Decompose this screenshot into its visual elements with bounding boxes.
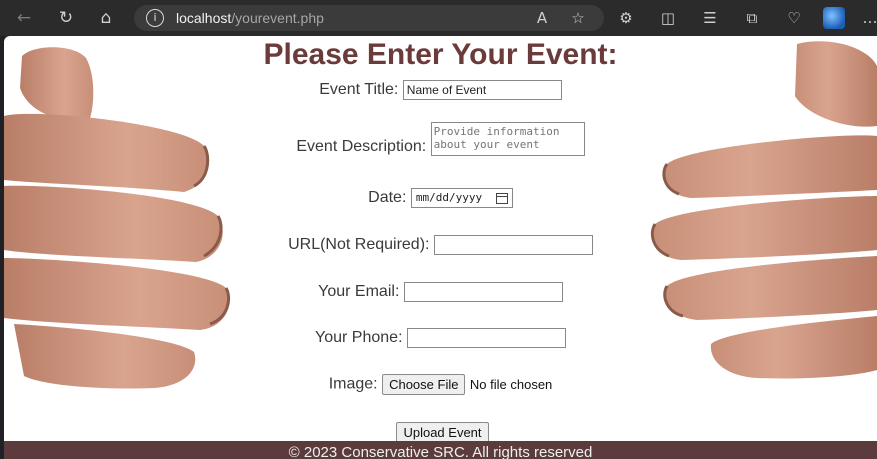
footer-text: © 2023 Conservative SRC. All rights rese… [288, 444, 593, 459]
read-aloud-icon[interactable]: A [530, 6, 554, 30]
footer: © 2023 Conservative SRC. All rights rese… [4, 441, 877, 459]
favorite-star-icon[interactable]: ☆ [566, 6, 590, 30]
browser-essentials-icon[interactable]: ♡ [782, 6, 806, 30]
favorites-list-icon[interactable]: ☰ [698, 6, 722, 30]
split-screen-icon[interactable]: ◫ [656, 6, 680, 30]
refresh-icon[interactable]: ↻ [54, 6, 78, 30]
collections-icon[interactable]: ⧉ [740, 6, 764, 30]
back-icon[interactable]: ← [12, 6, 36, 30]
url-row: URL(Not Required): [4, 235, 877, 255]
choose-file-button[interactable]: Choose File [382, 374, 466, 395]
file-status-text: No file chosen [469, 377, 553, 392]
image-label: Image: [328, 375, 378, 393]
more-menu-icon[interactable]: … [858, 6, 877, 30]
date-placeholder: mm/dd/yyyy [415, 191, 483, 204]
url-host: localhost [176, 10, 232, 26]
event-title-input[interactable] [402, 80, 562, 100]
phone-row: Your Phone: [4, 328, 877, 348]
event-description-label: Event Description: [296, 138, 427, 155]
event-description-row: Event Description: [4, 122, 877, 156]
email-input[interactable] [403, 282, 563, 302]
url-path: /yourevent.php [231, 10, 324, 26]
date-input[interactable]: mm/dd/yyyy [410, 188, 513, 208]
event-title-row: Event Title: [4, 80, 877, 100]
home-icon[interactable]: ⌂ [94, 6, 118, 30]
url-text[interactable]: localhost/yourevent.php [176, 10, 324, 26]
phone-input[interactable] [406, 328, 566, 348]
image-row: Image: Choose File No file chosen [4, 374, 877, 395]
date-label: Date: [368, 189, 407, 206]
profile-avatar[interactable] [823, 7, 845, 29]
event-title-label: Event Title: [319, 81, 399, 98]
email-label: Your Email: [318, 283, 400, 300]
page-content: Please Enter Your Event: Event Title: Ev… [4, 36, 877, 459]
browser-toolbar: ← ↻ ⌂ i localhost/yourevent.php A ☆ ⚙ ◫ … [0, 0, 877, 36]
event-description-input[interactable] [430, 122, 585, 156]
email-row: Your Email: [4, 282, 877, 302]
info-icon[interactable]: i [146, 9, 164, 27]
upload-event-button[interactable]: Upload Event [396, 422, 489, 443]
upload-row: Upload Event [4, 422, 877, 443]
page-title: Please Enter Your Event: [263, 38, 618, 71]
calendar-icon[interactable] [495, 193, 508, 204]
url-input[interactable] [433, 235, 593, 255]
url-label: URL(Not Required): [288, 236, 430, 253]
phone-label: Your Phone: [315, 329, 403, 346]
extensions-icon[interactable]: ⚙ [614, 6, 638, 30]
date-row: Date: mm/dd/yyyy [4, 188, 877, 208]
